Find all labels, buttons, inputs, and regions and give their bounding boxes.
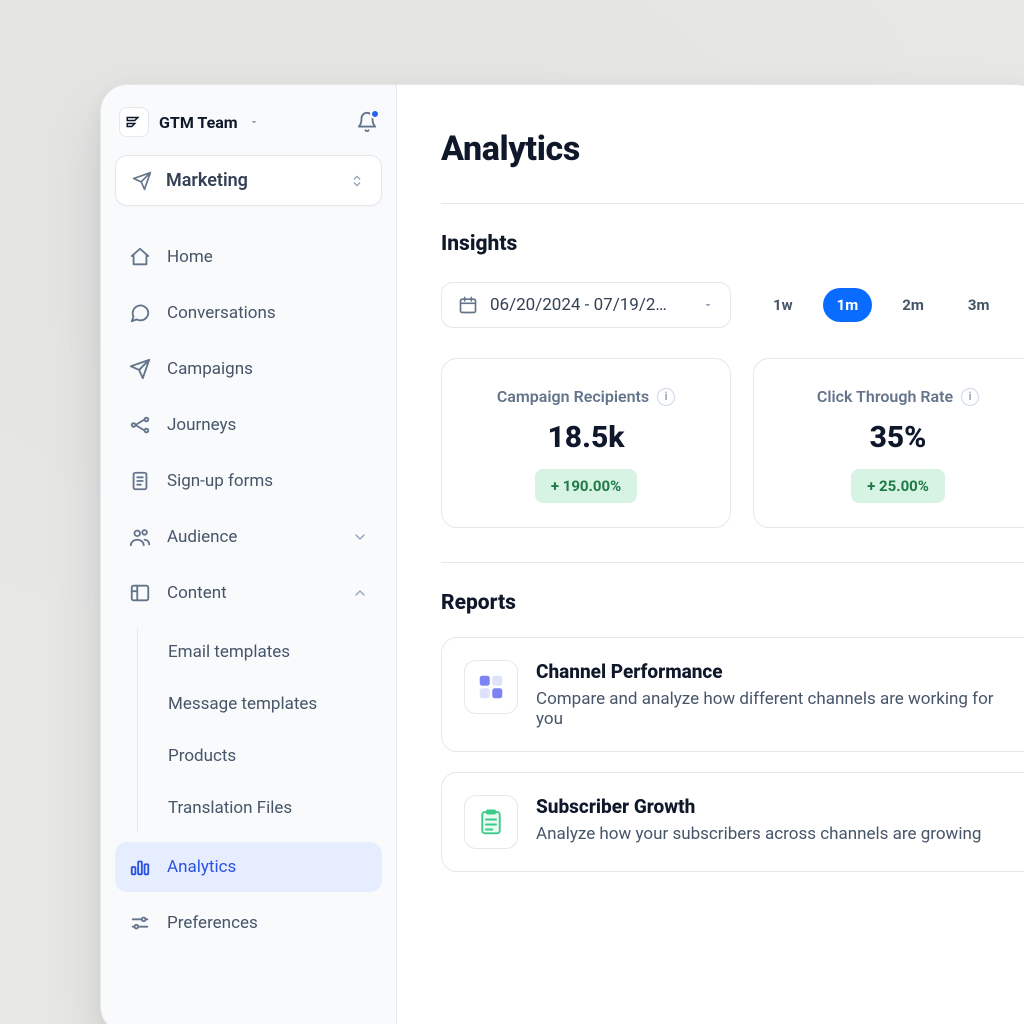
calendar-icon bbox=[458, 295, 478, 315]
sidebar-item-label: Sign-up forms bbox=[167, 471, 273, 491]
sidebar: GTM Team Marketing bbox=[101, 85, 397, 1024]
sidebar-item-label: Journeys bbox=[167, 415, 236, 435]
grid-icon bbox=[464, 660, 518, 714]
range-label: 1m bbox=[837, 296, 859, 314]
info-icon[interactable]: i bbox=[657, 388, 675, 406]
card-click-through-rate[interactable]: Click Through Rate i 35% + 25.00% bbox=[753, 358, 1024, 528]
stat-value: 18.5k bbox=[464, 420, 708, 455]
stat-value: 35% bbox=[776, 420, 1020, 455]
report-channel-performance[interactable]: Channel Performance Compare and analyze … bbox=[441, 637, 1024, 752]
subnav-label: Products bbox=[168, 746, 236, 766]
notification-dot-icon bbox=[370, 109, 380, 119]
app-window: GTM Team Marketing bbox=[100, 84, 1024, 1024]
report-title: Channel Performance bbox=[536, 660, 1020, 683]
paper-plane-icon bbox=[132, 171, 152, 191]
stat-delta: + 190.00% bbox=[535, 469, 637, 503]
info-icon[interactable]: i bbox=[961, 388, 979, 406]
sidebar-item-conversations[interactable]: Conversations bbox=[115, 288, 382, 338]
sidebar-item-label: Campaigns bbox=[167, 359, 253, 379]
layout-icon bbox=[129, 582, 151, 604]
sidebar-item-label: Content bbox=[167, 583, 227, 603]
clipboard-icon bbox=[464, 795, 518, 849]
stat-label: Campaign Recipients bbox=[497, 387, 649, 406]
insights-controls: 06/20/2024 - 07/19/2… 1w 1m 2m 3m 6m 1y bbox=[441, 282, 1024, 328]
sidebar-item-audience[interactable]: Audience bbox=[115, 512, 382, 562]
report-title: Subscriber Growth bbox=[536, 795, 981, 818]
sidebar-item-home[interactable]: Home bbox=[115, 232, 382, 282]
chat-icon bbox=[129, 302, 151, 324]
divider bbox=[441, 562, 1024, 563]
sidebar-item-label: Home bbox=[167, 247, 213, 267]
sidebar-item-analytics[interactable]: Analytics bbox=[115, 842, 382, 892]
chevron-up-icon bbox=[352, 585, 368, 601]
share-nodes-icon bbox=[129, 414, 151, 436]
sort-icon bbox=[349, 173, 365, 189]
stat-delta: + 25.00% bbox=[851, 469, 945, 503]
main-content: Analytics Insights 06/20/2024 - 07/19/2…… bbox=[397, 85, 1024, 1024]
sidebar-item-label: Analytics bbox=[167, 857, 236, 877]
sliders-icon bbox=[129, 912, 151, 934]
date-range-label: 06/20/2024 - 07/19/2… bbox=[490, 295, 690, 315]
subnav-label: Translation Files bbox=[168, 798, 292, 818]
report-desc: Analyze how your subscribers across chan… bbox=[536, 824, 981, 844]
chevron-down-icon bbox=[352, 529, 368, 545]
stat-cards: Campaign Recipients i 18.5k + 190.00% Cl… bbox=[441, 358, 1024, 528]
app-logo-icon bbox=[119, 107, 149, 137]
report-desc: Compare and analyze how different channe… bbox=[536, 689, 1020, 729]
card-campaign-recipients[interactable]: Campaign Recipients i 18.5k + 190.00% bbox=[441, 358, 731, 528]
notifications-button[interactable] bbox=[356, 111, 378, 133]
sidebar-item-campaigns[interactable]: Campaigns bbox=[115, 344, 382, 394]
range-label: 2m bbox=[902, 296, 924, 314]
sidebar-item-label: Conversations bbox=[167, 303, 276, 323]
reports-heading: Reports bbox=[441, 591, 1024, 615]
report-subscriber-growth[interactable]: Subscriber Growth Analyze how your subsc… bbox=[441, 772, 1024, 872]
subnav-message-templates[interactable]: Message templates bbox=[158, 680, 382, 728]
range-6m[interactable]: 6m bbox=[1019, 288, 1024, 322]
range-label: 1w bbox=[773, 296, 793, 314]
subnav-label: Message templates bbox=[168, 694, 317, 714]
bar-chart-icon bbox=[129, 856, 151, 878]
subnav-translation-files[interactable]: Translation Files bbox=[158, 784, 382, 832]
subnav-label: Email templates bbox=[168, 642, 290, 662]
workspace-picker[interactable]: Marketing bbox=[115, 155, 382, 206]
subnav-products[interactable]: Products bbox=[158, 732, 382, 780]
send-icon bbox=[129, 358, 151, 380]
workspace-label: Marketing bbox=[166, 170, 248, 191]
divider bbox=[441, 203, 1024, 204]
page-title: Analytics bbox=[441, 129, 1024, 169]
insights-heading: Insights bbox=[441, 232, 1024, 256]
range-2m[interactable]: 2m bbox=[888, 288, 938, 322]
form-icon bbox=[129, 470, 151, 492]
stat-label: Click Through Rate bbox=[817, 387, 953, 406]
content-subnav: Email templates Message templates Produc… bbox=[137, 628, 382, 832]
range-label: 3m bbox=[968, 296, 990, 314]
sidebar-item-preferences[interactable]: Preferences bbox=[115, 898, 382, 948]
team-name: GTM Team bbox=[159, 113, 238, 132]
caret-down-icon bbox=[248, 116, 260, 128]
sidebar-nav: Home Conversations Campaigns Journeys bbox=[115, 232, 382, 948]
range-1w[interactable]: 1w bbox=[759, 288, 807, 322]
subnav-email-templates[interactable]: Email templates bbox=[158, 628, 382, 676]
team-switcher[interactable]: GTM Team bbox=[115, 103, 382, 155]
sidebar-item-label: Audience bbox=[167, 527, 237, 547]
sidebar-item-signup-forms[interactable]: Sign-up forms bbox=[115, 456, 382, 506]
range-tabs: 1w 1m 2m 3m 6m 1y bbox=[759, 288, 1024, 322]
caret-down-icon bbox=[702, 299, 714, 311]
home-icon bbox=[129, 246, 151, 268]
sidebar-item-label: Preferences bbox=[167, 913, 258, 933]
range-1m[interactable]: 1m bbox=[823, 288, 873, 322]
sidebar-item-content[interactable]: Content bbox=[115, 568, 382, 618]
sidebar-item-journeys[interactable]: Journeys bbox=[115, 400, 382, 450]
date-range-picker[interactable]: 06/20/2024 - 07/19/2… bbox=[441, 282, 731, 328]
range-3m[interactable]: 3m bbox=[954, 288, 1004, 322]
people-icon bbox=[129, 526, 151, 548]
